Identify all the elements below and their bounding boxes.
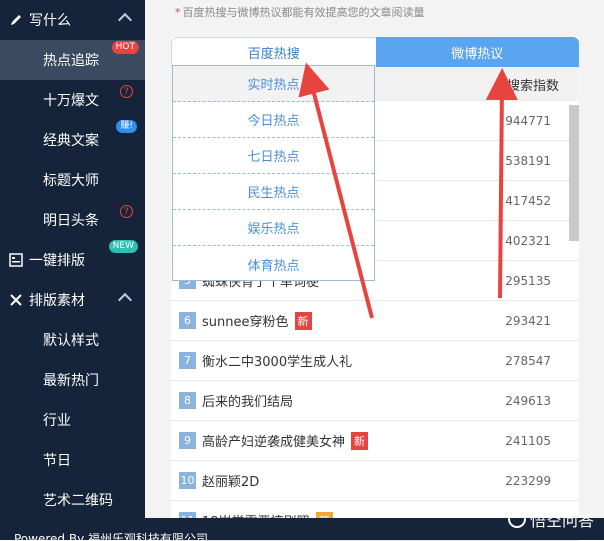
tab-baidu-hot-search[interactable]: 百度热搜 (171, 37, 376, 67)
scrollbar[interactable] (569, 105, 579, 241)
search-index-value: 241105 (505, 433, 551, 448)
notice-text: * 百度热搜与微博热议都能有效提高您的文章阅读量 (175, 6, 425, 19)
section-materials[interactable]: 排版素材 (0, 280, 145, 320)
search-index-header: 搜索指数 (506, 79, 559, 94)
sidebar-item-viral-articles[interactable]: 十万爆文 ? (0, 80, 145, 120)
section-materials-label: 排版素材 (29, 293, 85, 309)
search-index-value: 278547 (505, 353, 551, 368)
search-index-value: 293421 (505, 313, 551, 328)
search-index-value: 249613 (505, 393, 551, 408)
rank-number: 10 (179, 472, 196, 489)
table-row[interactable]: 10 赵丽颖2D 223299 (171, 461, 579, 501)
tools-icon (9, 293, 23, 307)
section-layout-label: 一键排版 (29, 253, 85, 269)
question-icon[interactable]: ? (120, 85, 133, 98)
sidebar: 写什么 热点追踪 HOT 十万爆文 ? 经典文案 赚! 标题大师 明日头条 ? … (0, 0, 145, 518)
sidebar-item-label: 标题大师 (43, 173, 99, 189)
tab-weibo-hot-discussion[interactable]: 微博热议 (375, 37, 579, 67)
sidebar-item-label: 经典文案 (43, 133, 99, 149)
dropdown-item-sports[interactable]: 体育热点 (173, 246, 374, 282)
table-row[interactable]: 7 衡水二中3000学生成人礼 278547 (171, 341, 579, 381)
sidebar-item-tomorrow-headlines[interactable]: 明日头条 ? (0, 200, 145, 240)
sidebar-item-hot-tracking[interactable]: 热点追踪 HOT (0, 40, 145, 80)
main-content: *百度热搜与微博热议都能有效提高您的文章阅读量 百度热搜 微博热议 搜索指数 1… (145, 0, 604, 541)
topic-title[interactable]: 高龄产妇逆袭成健美女神 (202, 431, 345, 450)
sidebar-item-label: 默认样式 (43, 333, 99, 349)
source-tabs: 百度热搜 微博热议 (171, 37, 579, 67)
search-index-value: 295135 (505, 273, 551, 288)
sidebar-item-label: 热点追踪 (43, 53, 99, 69)
dropdown-item-livelihood[interactable]: 民生热点 (173, 174, 374, 210)
sidebar-item-default-style[interactable]: 默认样式 (0, 320, 145, 360)
chevron-up-icon[interactable] (117, 292, 133, 308)
hot-badge: HOT (111, 41, 139, 54)
rank-number: 8 (179, 392, 196, 409)
rank-number: 9 (179, 432, 196, 449)
topic-title[interactable]: 衡水二中3000学生成人礼 (202, 351, 352, 370)
sidebar-item-label: 最新热门 (43, 373, 99, 389)
section-write[interactable]: 写什么 (0, 0, 145, 40)
topic-title[interactable]: 赵丽颖2D (202, 471, 259, 490)
topic-tag: 新 (294, 311, 312, 330)
sidebar-item-label: 行业 (43, 413, 71, 429)
topic-tag: 新 (351, 431, 369, 450)
section-one-click-layout[interactable]: 一键排版 NEW (0, 240, 145, 280)
search-index-value: 417452 (505, 193, 551, 208)
sidebar-item-title-master[interactable]: 标题大师 (0, 160, 145, 200)
dropdown-item-entertainment[interactable]: 娱乐热点 (173, 210, 374, 246)
dropdown-item-seven-days[interactable]: 七日热点 (173, 138, 374, 174)
table-row[interactable]: 9 高龄产妇逆袭成健美女神新 241105 (171, 421, 579, 461)
sidebar-item-label: 节日 (43, 453, 71, 469)
rank-number: 6 (179, 312, 196, 329)
sidebar-item-industry[interactable]: 行业 (0, 400, 145, 440)
search-index-value: 223299 (505, 473, 551, 488)
sidebar-item-latest-hot[interactable]: 最新热门 (0, 360, 145, 400)
topic-title[interactable]: 后来的我们结局 (202, 391, 293, 410)
section-write-label: 写什么 (29, 13, 71, 29)
layout-icon (9, 253, 23, 267)
search-index-value: 944771 (505, 113, 551, 128)
table-row[interactable]: 6 sunnee穿粉色新 293421 (171, 301, 579, 341)
dropdown-item-today[interactable]: 今日热点 (173, 102, 374, 138)
wukong-logo-icon (507, 510, 526, 528)
sidebar-item-art-qrcode[interactable]: 艺术二维码 (0, 480, 145, 520)
sidebar-item-label: 明日头条 (43, 213, 99, 229)
period-dropdown: 实时热点 今日热点 七日热点 民生热点 娱乐热点 体育热点 (172, 65, 375, 281)
new-badge: NEW (108, 240, 138, 253)
watermark: 悟空问答 (507, 507, 594, 531)
table-row[interactable]: 8 后来的我们结局 249613 (171, 381, 579, 421)
search-index-value: 402321 (505, 233, 551, 248)
rank-number: 7 (179, 352, 196, 369)
dropdown-item-realtime[interactable]: 实时热点 (173, 66, 374, 102)
question-icon[interactable]: ? (120, 205, 133, 218)
chevron-up-icon[interactable] (117, 12, 133, 28)
earn-badge: 赚! (116, 120, 137, 133)
sidebar-item-label: 艺术二维码 (43, 493, 113, 509)
search-index-value: 538191 (505, 153, 551, 168)
sidebar-item-classic-copy[interactable]: 经典文案 赚! (0, 120, 145, 160)
sidebar-item-label: 十万爆文 (43, 93, 99, 109)
topic-title[interactable]: sunnee穿粉色 (202, 311, 289, 330)
pencil-icon (9, 13, 23, 27)
sidebar-item-festival[interactable]: 节日 (0, 440, 145, 480)
